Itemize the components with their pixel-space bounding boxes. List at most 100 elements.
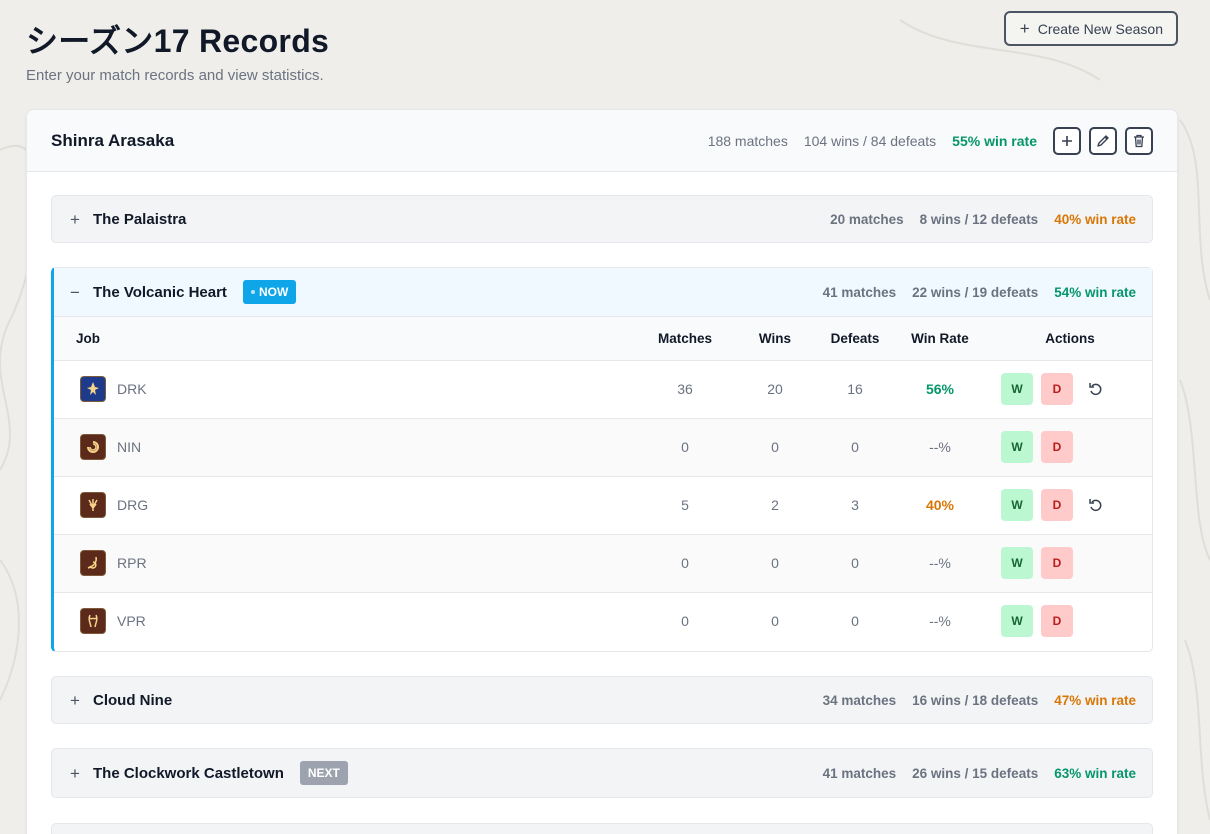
job-defeats: 0	[851, 555, 859, 571]
player-win-rate: 55% win rate	[952, 132, 1037, 149]
map-win-rate: 47% win rate	[1054, 692, 1136, 708]
map-name: The Volcanic Heart	[93, 283, 227, 301]
expand-icon[interactable]: +	[70, 692, 82, 709]
table-row: NIN 0 0 0 --% W D	[54, 418, 1152, 476]
job-win-rate: --%	[929, 555, 951, 571]
drk-job-icon	[80, 376, 106, 402]
add-defeat-button[interactable]: D	[1041, 373, 1073, 405]
drg-job-icon	[80, 492, 106, 518]
job-name: DRK	[117, 381, 147, 397]
table-header-row: Job Matches Wins Defeats Win Rate Action…	[54, 317, 1152, 360]
player-card: Shinra Arasaka 188 matches 104 wins / 84…	[26, 109, 1178, 834]
map-matches: 41 matches	[822, 284, 897, 300]
add-record-button[interactable]	[1053, 126, 1081, 155]
add-win-button[interactable]: W	[1001, 605, 1033, 638]
map-matches: 41 matches	[822, 765, 897, 781]
map-record: 26 wins / 15 defeats	[912, 765, 1039, 781]
map-record: 16 wins / 18 defeats	[912, 692, 1039, 708]
col-wins: Wins	[758, 330, 792, 346]
dot-icon	[250, 290, 255, 294]
map-record: 22 wins / 19 defeats	[912, 284, 1039, 300]
job-wins: 0	[771, 613, 779, 630]
plus-icon: +	[1019, 19, 1030, 38]
map-header[interactable]: + The Clockwork Castletown NEXT 41 match…	[52, 749, 1152, 797]
pencil-icon	[1097, 134, 1109, 147]
create-new-season-button[interactable]: + Create New Season	[1003, 11, 1178, 46]
table-row: DRG 5 2 3 40% W D	[54, 476, 1152, 534]
col-matches: Matches	[657, 330, 713, 346]
player-record: 104 wins / 84 defeats	[803, 132, 937, 149]
nin-job-icon	[80, 434, 106, 460]
edit-player-button[interactable]	[1089, 126, 1117, 155]
vpr-job-icon	[80, 608, 106, 635]
job-matches: 0	[681, 555, 689, 571]
job-matches: 5	[681, 497, 689, 513]
job-matches: 0	[681, 613, 689, 630]
job-name: VPR	[117, 613, 146, 630]
plus-icon	[1062, 135, 1072, 146]
undo-icon[interactable]	[1087, 496, 1105, 514]
job-name: NIN	[117, 439, 142, 455]
collapse-icon[interactable]: −	[70, 284, 82, 301]
add-win-button[interactable]: W	[1001, 547, 1033, 579]
delete-player-button[interactable]	[1125, 126, 1153, 155]
table-row: VPR 0 0 0 --% W D	[54, 592, 1152, 650]
add-defeat-button[interactable]: D	[1041, 489, 1073, 521]
map-win-rate: 40% win rate	[1054, 211, 1136, 227]
job-defeats: 0	[851, 439, 859, 455]
map-win-rate: 63% win rate	[1054, 765, 1136, 781]
map-stats: 41 matches 22 wins / 19 defeats 54% win …	[807, 285, 1136, 300]
col-defeats: Defeats	[830, 330, 880, 346]
job-wins: 0	[771, 439, 779, 455]
job-defeats: 0	[851, 613, 859, 630]
job-win-rate: 56%	[925, 381, 955, 397]
player-header: Shinra Arasaka 188 matches 104 wins / 84…	[27, 110, 1177, 172]
map-stats: 20 matches 8 wins / 12 defeats 40% win r…	[814, 212, 1136, 227]
table-row: DRK 36 20 16 56% W D	[54, 360, 1152, 418]
add-win-button[interactable]: W	[1001, 373, 1033, 405]
job-name: RPR	[117, 555, 147, 571]
job-defeats: 16	[847, 381, 863, 397]
map-header[interactable]: − The Volcanic Heart NOW 41 matches 22 w…	[54, 268, 1152, 317]
job-wins: 0	[771, 555, 779, 571]
add-win-button[interactable]: W	[1001, 489, 1033, 521]
badge-label: NOW	[258, 285, 289, 299]
col-actions: Actions	[1045, 330, 1095, 346]
job-name: DRG	[117, 497, 149, 513]
map-section-clockwork-castletown: + The Clockwork Castletown NEXT 41 match…	[51, 748, 1153, 798]
map-stats: 41 matches 26 wins / 15 defeats 63% win …	[807, 766, 1136, 781]
job-wins: 2	[771, 497, 779, 513]
job-win-rate: 40%	[925, 497, 955, 513]
map-name: Cloud Nine	[93, 691, 173, 709]
job-table: Job Matches Wins Defeats Win Rate Action…	[54, 317, 1152, 650]
map-section-volcanic-heart: − The Volcanic Heart NOW 41 matches 22 w…	[51, 267, 1153, 652]
map-win-rate: 54% win rate	[1054, 284, 1136, 300]
job-win-rate: --%	[929, 613, 951, 630]
map-section-partial	[51, 823, 1153, 834]
job-win-rate: --%	[929, 439, 951, 455]
map-section-palaistra: + The Palaistra 20 matches 8 wins / 12 d…	[51, 195, 1153, 243]
page-subtitle: Enter your match records and view statis…	[26, 67, 324, 84]
trash-icon	[1134, 134, 1144, 147]
add-defeat-button[interactable]: D	[1041, 547, 1073, 579]
rpr-job-icon	[80, 550, 106, 576]
map-matches: 20 matches	[830, 211, 904, 227]
job-wins: 20	[767, 381, 783, 397]
expand-icon[interactable]: +	[70, 765, 82, 782]
page-title: シーズン17 Records	[26, 23, 330, 59]
add-win-button[interactable]: W	[1001, 431, 1033, 463]
undo-icon[interactable]	[1087, 380, 1105, 398]
col-job: Job	[76, 330, 101, 346]
job-matches: 36	[677, 381, 693, 397]
add-defeat-button[interactable]: D	[1041, 431, 1073, 463]
page-header: シーズン17 Records Enter your match records …	[26, 10, 1178, 100]
create-new-season-label: Create New Season	[1037, 20, 1163, 37]
expand-icon[interactable]: +	[70, 211, 82, 228]
next-badge: NEXT	[299, 761, 348, 785]
map-header[interactable]: + Cloud Nine 34 matches 16 wins / 18 def…	[52, 677, 1152, 723]
map-header[interactable]: + The Palaistra 20 matches 8 wins / 12 d…	[52, 196, 1152, 242]
map-name: The Palaistra	[93, 210, 187, 228]
map-name: The Clockwork Castletown	[93, 764, 284, 782]
now-badge: NOW	[242, 280, 297, 304]
add-defeat-button[interactable]: D	[1041, 605, 1073, 638]
